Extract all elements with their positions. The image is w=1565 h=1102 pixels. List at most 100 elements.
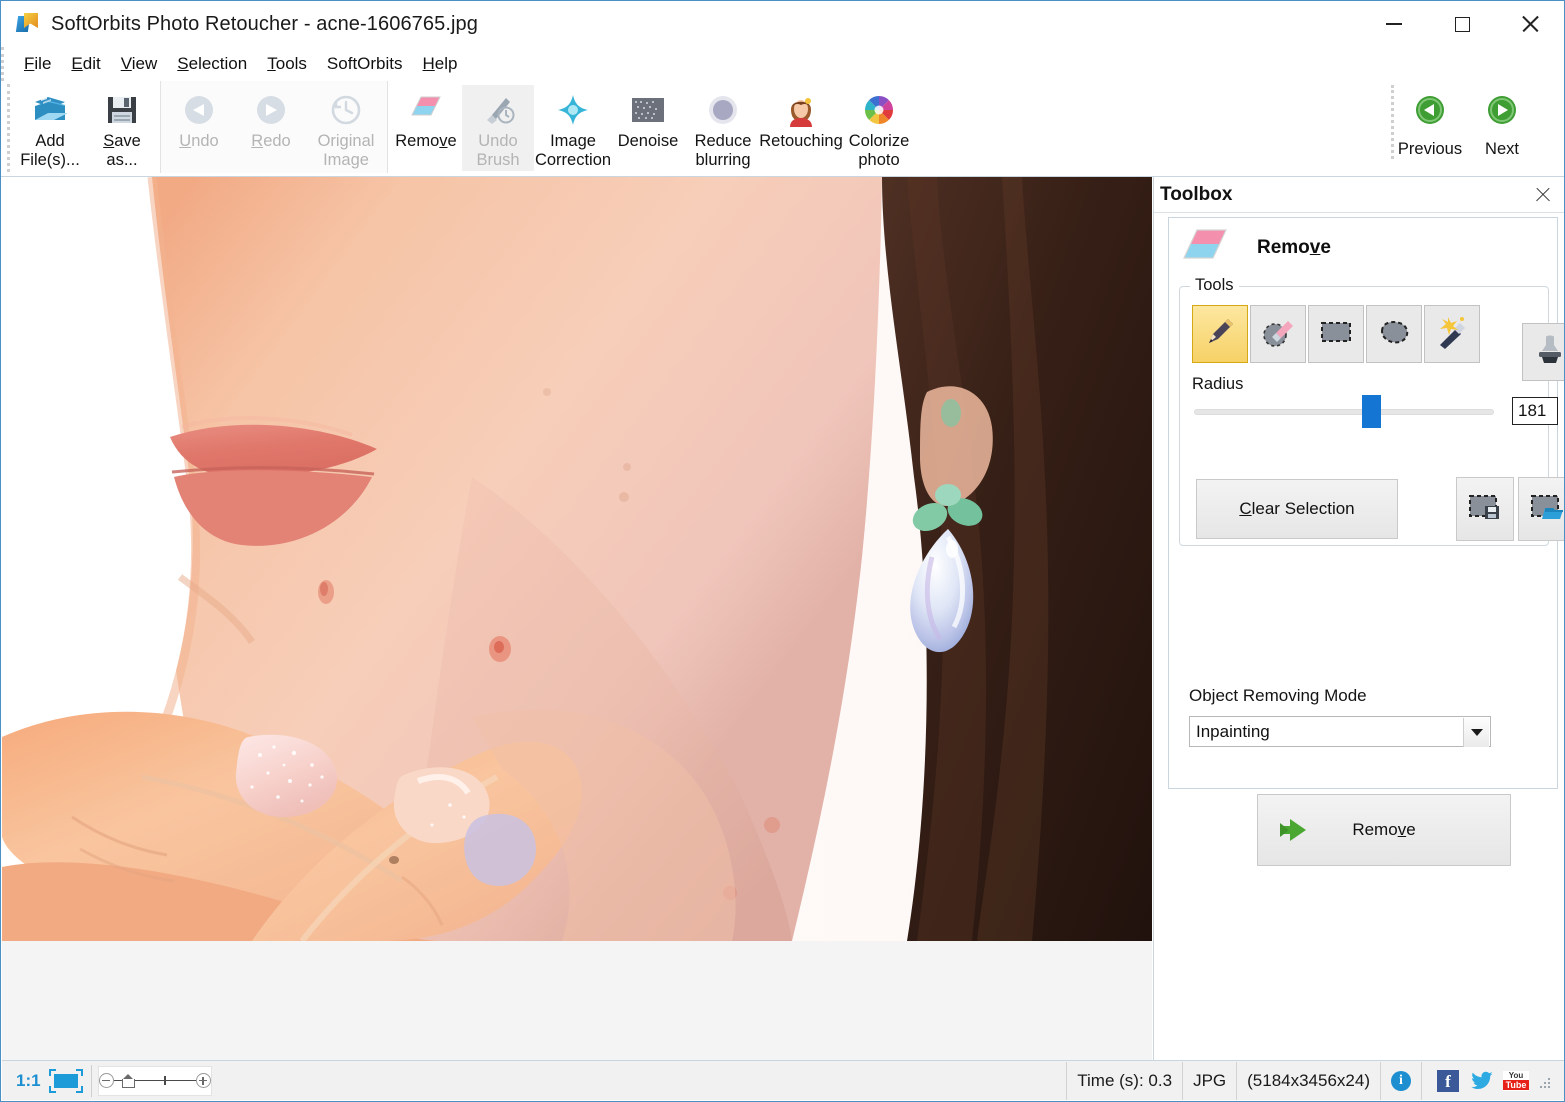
retouching-button[interactable]: Retouching <box>759 85 843 171</box>
chevron-down-icon[interactable] <box>1463 718 1489 747</box>
remove-ribbon-label: Remove <box>395 132 457 150</box>
original-image-button[interactable]: Original Image <box>307 85 385 171</box>
clear-selection-button[interactable]: Clear Selection <box>1196 479 1398 539</box>
undo-arrow-icon <box>180 91 218 129</box>
green-right-arrow-icon <box>1485 93 1519 132</box>
redo-label: Redo <box>251 132 291 150</box>
portrait-woman-icon <box>782 91 820 129</box>
zoom-ratio-label[interactable]: 1:1 <box>2 1071 49 1091</box>
colorize-photo-button[interactable]: Colorize photo <box>840 85 918 171</box>
rectangle-select-tool-button[interactable] <box>1308 305 1364 363</box>
dimensions-status: (5184x3456x24) <box>1237 1061 1381 1100</box>
youtube-icon[interactable]: You Tube <box>1503 1070 1529 1091</box>
undo-button[interactable]: Undo <box>163 85 235 171</box>
rectangle-marquee-icon <box>1318 317 1354 352</box>
menu-softorbits[interactable]: SoftOrbits <box>317 52 413 76</box>
tools-legend: Tools <box>1190 276 1239 295</box>
retouching-label: Retouching <box>759 132 843 150</box>
blur-circle-icon <box>704 91 742 129</box>
close-icon <box>1521 15 1539 33</box>
reduce-blurring-button[interactable]: Reduce blurring <box>684 85 762 171</box>
toolbox-header: Toolbox <box>1154 177 1564 213</box>
previous-label: Previous <box>1397 140 1463 158</box>
save-as-button[interactable]: Save as... <box>86 85 158 171</box>
sparkle-star-icon <box>554 91 592 129</box>
undo-brush-label: Undo Brush <box>476 132 520 169</box>
ribbon-group-tools: Remove Undo Brush Image Correction Denoi… <box>388 81 920 173</box>
twitter-icon[interactable] <box>1469 1069 1493 1093</box>
redo-button[interactable]: Redo <box>235 85 307 171</box>
ribbon-group-file: Add File(s)... Save as... <box>12 81 160 173</box>
next-button[interactable]: Next <box>1466 85 1538 159</box>
zoom-out-icon[interactable] <box>98 1073 114 1088</box>
menu-selection[interactable]: Selection <box>167 52 257 76</box>
image-correction-label: Image Correction <box>534 132 612 169</box>
maximize-button[interactable] <box>1428 1 1496 47</box>
reduce-blurring-label: Reduce blurring <box>694 132 752 169</box>
magic-wand-tool-button[interactable] <box>1424 305 1480 363</box>
image-correction-button[interactable]: Image Correction <box>534 85 612 171</box>
save-floppy-icon <box>103 91 141 129</box>
lasso-icon <box>1376 317 1412 352</box>
zoom-slider[interactable] <box>97 1065 212 1096</box>
clone-stamp-tool-button[interactable] <box>1522 323 1564 381</box>
title-bar: SoftOrbits Photo Retoucher - acne-160676… <box>1 1 1564 47</box>
green-left-arrow-icon <box>1413 93 1447 132</box>
load-selection-button[interactable] <box>1518 477 1564 541</box>
status-right-group: Time (s): 0.3 JPG (5184x3456x24) i f You… <box>1066 1061 1564 1100</box>
zoom-in-icon[interactable] <box>195 1073 211 1088</box>
magic-wand-icon <box>1434 315 1470 354</box>
radius-slider-thumb[interactable] <box>1362 395 1381 428</box>
denoise-label: Denoise <box>617 132 679 150</box>
actual-size-icon[interactable] <box>120 1073 135 1088</box>
add-files-button[interactable]: Add File(s)... <box>14 85 86 171</box>
colorize-photo-label: Colorize photo <box>848 132 910 169</box>
remove-ribbon-button[interactable]: Remove <box>390 85 462 171</box>
eraser-tool-button[interactable] <box>1250 305 1306 363</box>
remove-action-button[interactable]: Remove <box>1257 794 1511 866</box>
save-selection-button[interactable] <box>1456 477 1514 541</box>
eraser-selection-icon <box>1260 315 1296 354</box>
menu-help[interactable]: Help <box>413 52 468 76</box>
denoise-button[interactable]: Denoise <box>612 85 684 171</box>
undo-brush-button[interactable]: Undo Brush <box>462 85 534 171</box>
minimize-button[interactable] <box>1360 1 1428 47</box>
facebook-icon[interactable]: f <box>1437 1069 1459 1092</box>
radius-slider-track[interactable] <box>1194 409 1494 415</box>
clock-history-icon <box>327 91 365 129</box>
minimize-icon <box>1386 23 1402 25</box>
social-cell: f You Tube <box>1422 1062 1564 1100</box>
info-cell[interactable]: i <box>1381 1061 1422 1100</box>
add-files-icon <box>31 91 69 129</box>
radius-value-input[interactable]: 181 <box>1512 397 1558 425</box>
remove-section-header: Remove <box>1169 218 1557 278</box>
next-label: Next <box>1485 140 1519 158</box>
eraser-icon <box>407 91 445 129</box>
ribbon-group-history: Undo Redo Original Image <box>160 81 388 173</box>
noise-grid-icon <box>629 91 667 129</box>
lasso-select-tool-button[interactable] <box>1366 305 1422 363</box>
time-status: Time (s): 0.3 <box>1066 1061 1184 1100</box>
maximize-icon <box>1454 16 1470 32</box>
app-window: SoftOrbits Photo Retoucher - acne-160676… <box>0 0 1565 1102</box>
save-as-label: Save as... <box>103 132 141 169</box>
green-double-arrow-icon <box>1276 815 1316 850</box>
radius-label: Radius <box>1192 375 1244 393</box>
menu-file[interactable]: FFileile <box>14 52 61 76</box>
close-button[interactable] <box>1496 1 1564 47</box>
info-icon[interactable]: i <box>1391 1070 1411 1091</box>
fit-to-window-icon[interactable] <box>48 1068 83 1093</box>
object-removing-mode-select[interactable]: Inpainting <box>1189 716 1491 747</box>
image-canvas[interactable] <box>2 177 1152 1061</box>
previous-button[interactable]: Previous <box>1394 85 1466 159</box>
resize-grip-icon[interactable] <box>1536 1074 1550 1088</box>
load-selection-icon <box>1529 492 1564 527</box>
remove-action-label: Remove <box>1352 820 1416 839</box>
menu-tools[interactable]: Tools <box>257 52 317 76</box>
brush-pencil-tool-button[interactable] <box>1192 305 1248 363</box>
menu-view[interactable]: View <box>111 52 168 76</box>
photo-image[interactable] <box>2 177 1152 941</box>
format-status: JPG <box>1183 1061 1238 1100</box>
menu-edit[interactable]: Edit <box>61 52 110 76</box>
toolbox-close-icon[interactable] <box>1530 182 1556 208</box>
